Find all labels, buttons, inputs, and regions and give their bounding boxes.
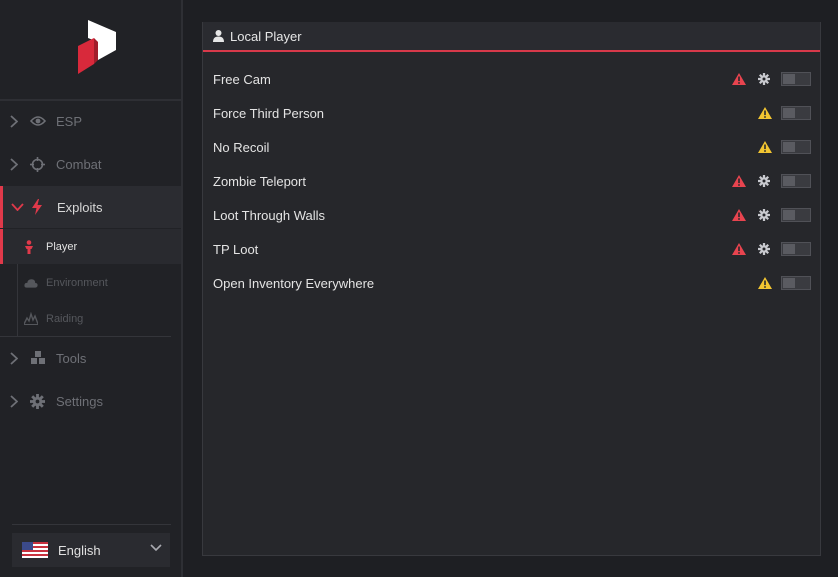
feature-row: No Recoil — [203, 130, 820, 164]
feature-row: TP Loot — [203, 232, 820, 266]
gear-icon[interactable] — [758, 208, 770, 226]
panel-title: Local Player — [230, 28, 302, 44]
toggle-knob — [783, 244, 795, 254]
toggle-knob — [783, 108, 795, 118]
logo-area — [0, 0, 181, 101]
nav-label-esp: ESP — [56, 113, 83, 129]
eye-icon — [30, 115, 48, 127]
crosshair-icon — [30, 156, 48, 172]
nav-item-exploits[interactable]: Exploits — [0, 186, 181, 228]
cloud-icon — [24, 278, 38, 288]
warning-icon — [758, 140, 772, 158]
feature-label: Zombie Teleport — [213, 173, 306, 189]
sidebar: ESP Combat Exploits Player Environment R… — [0, 0, 183, 577]
feature-toggle[interactable] — [781, 140, 811, 154]
language-select[interactable]: English — [12, 533, 170, 567]
person-icon — [24, 239, 38, 254]
feature-toggle[interactable] — [781, 242, 811, 256]
feature-row: Zombie Teleport — [203, 164, 820, 198]
feature-row: Loot Through Walls — [203, 198, 820, 232]
user-icon — [213, 30, 224, 42]
cubes-icon — [30, 351, 48, 365]
feature-row: Open Inventory Everywhere — [203, 266, 820, 300]
feature-toggle[interactable] — [781, 174, 811, 188]
chevron-down-icon — [150, 544, 162, 552]
feature-label: Loot Through Walls — [213, 207, 326, 223]
subnav-label-raiding: Raiding — [46, 312, 84, 325]
gear-icon — [30, 393, 48, 409]
feature-row: Force Third Person — [203, 96, 820, 130]
feature-label: TP Loot — [213, 241, 259, 257]
explosion-icon — [24, 312, 38, 325]
nav-item-tools[interactable]: Tools — [0, 337, 181, 379]
nav-label-settings: Settings — [56, 393, 103, 409]
nav-item-settings[interactable]: Settings — [0, 380, 181, 422]
subnav-label-environment: Environment — [46, 276, 108, 289]
toggle-knob — [783, 176, 795, 186]
toggle-knob — [783, 278, 795, 288]
subnav-item-raiding[interactable]: Raiding — [0, 301, 181, 336]
feature-label: Open Inventory Everywhere — [213, 275, 375, 291]
chevron-right-icon — [10, 351, 28, 365]
feature-toggle[interactable] — [781, 208, 811, 222]
nav-label-exploits: Exploits — [57, 199, 103, 215]
gear-icon[interactable] — [758, 242, 770, 260]
language-divider — [12, 524, 171, 525]
gear-icon[interactable] — [758, 174, 770, 192]
nav-label-tools: Tools — [56, 350, 87, 366]
nav-label-combat: Combat — [56, 156, 102, 172]
warning-icon — [732, 242, 746, 260]
feature-label: Free Cam — [213, 71, 271, 87]
local-player-panel: Local Player Free Cam Force Third Person N… — [202, 22, 821, 556]
chevron-down-icon — [11, 203, 29, 211]
lightning-icon — [31, 199, 49, 215]
chevron-right-icon — [10, 114, 28, 128]
nav-item-esp[interactable]: ESP — [0, 100, 181, 142]
warning-icon — [758, 276, 772, 294]
warning-icon — [732, 72, 746, 90]
feature-label: Force Third Person — [213, 105, 325, 121]
subnav-item-player[interactable]: Player — [0, 229, 181, 264]
subnav-label-player: Player — [46, 240, 78, 253]
feature-toggle[interactable] — [781, 276, 811, 290]
subnav-item-environment[interactable]: Environment — [0, 265, 181, 300]
toggle-knob — [783, 142, 795, 152]
feature-toggle[interactable] — [781, 106, 811, 120]
warning-icon — [732, 208, 746, 226]
nav-item-combat[interactable]: Combat — [0, 143, 181, 185]
chevron-right-icon — [10, 157, 28, 171]
toggle-knob — [783, 74, 795, 84]
feature-row: Free Cam — [203, 62, 820, 96]
toggle-knob — [783, 210, 795, 220]
warning-icon — [758, 106, 772, 124]
gear-icon[interactable] — [758, 72, 770, 90]
feature-toggle[interactable] — [781, 72, 811, 86]
us-flag-icon — [22, 542, 48, 558]
feature-label: No Recoil — [213, 139, 270, 155]
warning-icon — [732, 174, 746, 192]
panel-header: Local Player — [203, 22, 820, 52]
app-logo — [78, 20, 116, 74]
chevron-right-icon — [10, 394, 28, 408]
language-label: English — [58, 542, 101, 558]
